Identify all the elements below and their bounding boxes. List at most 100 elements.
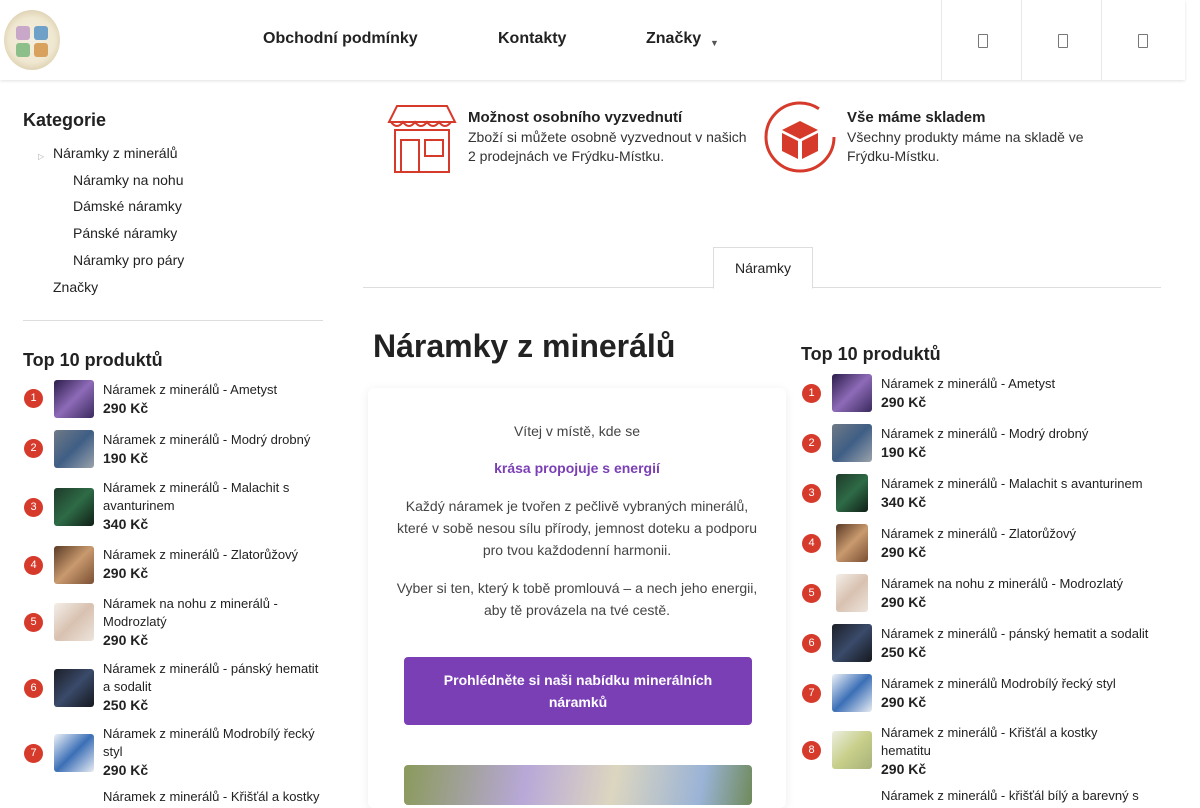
rank-badge: 5: [802, 584, 821, 603]
product-name[interactable]: Náramek z minerálů - Křišťál a kostky he…: [881, 724, 1121, 760]
account-button[interactable]: [1021, 0, 1102, 80]
product-price: 340 Kč: [103, 516, 149, 532]
intro-line: Vítej v místě, kde se: [513, 423, 641, 439]
search-button[interactable]: [941, 0, 1022, 80]
rank-badge: 8: [802, 741, 821, 760]
product-price: 290 Kč: [881, 394, 927, 410]
category-women[interactable]: Dámské náramky: [73, 198, 182, 214]
product-thumbnail[interactable]: [832, 624, 872, 662]
product-thumbnail[interactable]: [836, 524, 868, 562]
product-price: 190 Kč: [103, 450, 149, 466]
product-thumbnail[interactable]: [54, 488, 94, 526]
site-header: Obchodní podmínky Kontakty Značky ▼: [0, 0, 1185, 80]
intro-paragraph-2: Vyber si ten, který k tobě promlouvá – a…: [396, 580, 758, 618]
rank-badge: 1: [802, 384, 821, 403]
product-thumbnail[interactable]: [832, 424, 872, 462]
rank-badge: 6: [802, 634, 821, 653]
product-name[interactable]: Náramek z minerálů - pánský hematit a so…: [881, 625, 1161, 643]
page-title: Náramky z minerálů: [373, 328, 676, 364]
store-icon: [387, 105, 457, 173]
chevron-down-icon[interactable]: ▼: [710, 38, 719, 48]
categories-heading: Kategorie: [23, 110, 107, 130]
user-icon: [1058, 34, 1068, 48]
product-name[interactable]: Náramek na nohu z minerálů - Modrozlatý: [103, 595, 321, 631]
rank-badge: 7: [802, 684, 821, 703]
product-name[interactable]: Náramek z minerálů - pánský hematit a so…: [103, 660, 321, 696]
product-price: 290 Kč: [881, 761, 927, 777]
rank-badge: 7: [24, 744, 43, 763]
site-logo[interactable]: [4, 10, 60, 70]
product-thumbnail[interactable]: [836, 574, 868, 612]
product-name[interactable]: Náramek na nohu z minerálů - Modrozlatý: [881, 575, 1161, 593]
cart-button[interactable]: [1101, 0, 1182, 80]
intro-paragraph: Každý náramek je tvořen z pečlivě vybran…: [396, 498, 758, 558]
product-name[interactable]: Náramek z minerálů - Modrý drobný: [881, 425, 1161, 443]
nav-terms[interactable]: Obchodní podmínky: [263, 30, 418, 48]
rank-badge: 4: [24, 556, 43, 575]
category-couples[interactable]: Náramky pro páry: [73, 252, 184, 268]
product-name[interactable]: Náramek z minerálů - Zlatorůžový: [103, 546, 321, 564]
product-name[interactable]: Náramek z minerálů - Zlatorůžový: [881, 525, 1161, 543]
bullet-icon: ▷: [38, 152, 45, 161]
product-name[interactable]: Náramek z minerálů Modrobílý řecký styl: [103, 725, 321, 761]
category-brands[interactable]: Značky: [53, 279, 98, 295]
product-price: 250 Kč: [881, 644, 927, 660]
feature-title: Vše máme skladem: [847, 109, 986, 126]
product-thumbnail[interactable]: [54, 734, 94, 772]
box-stock-icon: [764, 101, 836, 173]
rank-badge: 1: [24, 389, 43, 408]
feature-title: Možnost osobního vyzvednutí: [468, 109, 683, 126]
rank-badge: 4: [802, 534, 821, 553]
product-thumbnail[interactable]: [54, 430, 94, 468]
product-thumbnail[interactable]: [832, 374, 872, 412]
product-name[interactable]: Náramek z minerálů - Modrý drobný: [103, 431, 321, 449]
product-thumbnail[interactable]: [54, 546, 94, 584]
banner-image: [404, 765, 752, 805]
category-minerals[interactable]: Náramky z minerálů: [53, 145, 177, 161]
divider: [23, 320, 323, 321]
product-price: 290 Kč: [881, 694, 927, 710]
product-thumbnail[interactable]: [54, 603, 94, 641]
product-name[interactable]: Náramek z minerálů - Křišťál a kostky: [103, 788, 321, 806]
right-top-heading: Top 10 produktů: [801, 344, 941, 364]
nav-contacts[interactable]: Kontakty: [498, 30, 566, 48]
rank-badge: 6: [24, 679, 43, 698]
cta-label: Prohlédněte si naši nabídku minerálních …: [443, 672, 713, 710]
product-price: 290 Kč: [881, 594, 927, 610]
feature-text: Zboží si můžete osobně vyzvednout v naši…: [468, 129, 747, 164]
product-price: 290 Kč: [103, 400, 149, 416]
rank-badge: 3: [802, 484, 821, 503]
product-thumbnail[interactable]: [832, 731, 872, 769]
product-price: 340 Kč: [881, 494, 927, 510]
product-price: 290 Kč: [103, 565, 149, 581]
nav-brands[interactable]: Značky: [646, 30, 701, 48]
product-thumbnail[interactable]: [54, 669, 94, 707]
rank-badge: 3: [24, 498, 43, 517]
rank-badge: 2: [802, 434, 821, 453]
product-thumbnail[interactable]: [836, 474, 868, 512]
search-icon: [978, 34, 988, 48]
product-name[interactable]: Náramek z minerálů - Ametyst: [881, 375, 1161, 393]
product-price: 290 Kč: [103, 632, 149, 648]
cart-icon: [1138, 34, 1148, 48]
category-anklets[interactable]: Náramky na nohu: [73, 172, 184, 188]
product-thumbnail[interactable]: [832, 674, 872, 712]
product-name[interactable]: Náramek z minerálů Modrobílý řecký styl: [881, 675, 1161, 693]
product-price: 250 Kč: [103, 697, 149, 713]
product-price: 190 Kč: [881, 444, 927, 460]
rank-badge: 2: [24, 439, 43, 458]
product-price: 290 Kč: [881, 544, 927, 560]
rank-badge: 5: [24, 613, 43, 632]
browse-bracelets-button[interactable]: Prohlédněte si naši nabídku minerálních …: [404, 657, 752, 725]
intro-highlight: krása propojuje s energií: [494, 460, 660, 476]
product-thumbnail[interactable]: [54, 380, 94, 418]
feature-text: Všechny produkty máme na skladě ve Frýdk…: [847, 129, 1084, 164]
product-name[interactable]: Náramek z minerálů - Ametyst: [103, 381, 321, 399]
product-name[interactable]: Náramek z minerálů - Malachit s avanturi…: [103, 479, 321, 515]
product-name[interactable]: Náramek z minerálů - křišťál bílý a bare…: [881, 787, 1181, 805]
product-price: 290 Kč: [103, 762, 149, 778]
tab-bracelets[interactable]: Náramky: [713, 247, 813, 289]
category-men[interactable]: Pánské náramky: [73, 225, 177, 241]
product-name[interactable]: Náramek z minerálů - Malachit s avanturi…: [881, 475, 1161, 493]
top-products-heading: Top 10 produktů: [23, 350, 163, 370]
